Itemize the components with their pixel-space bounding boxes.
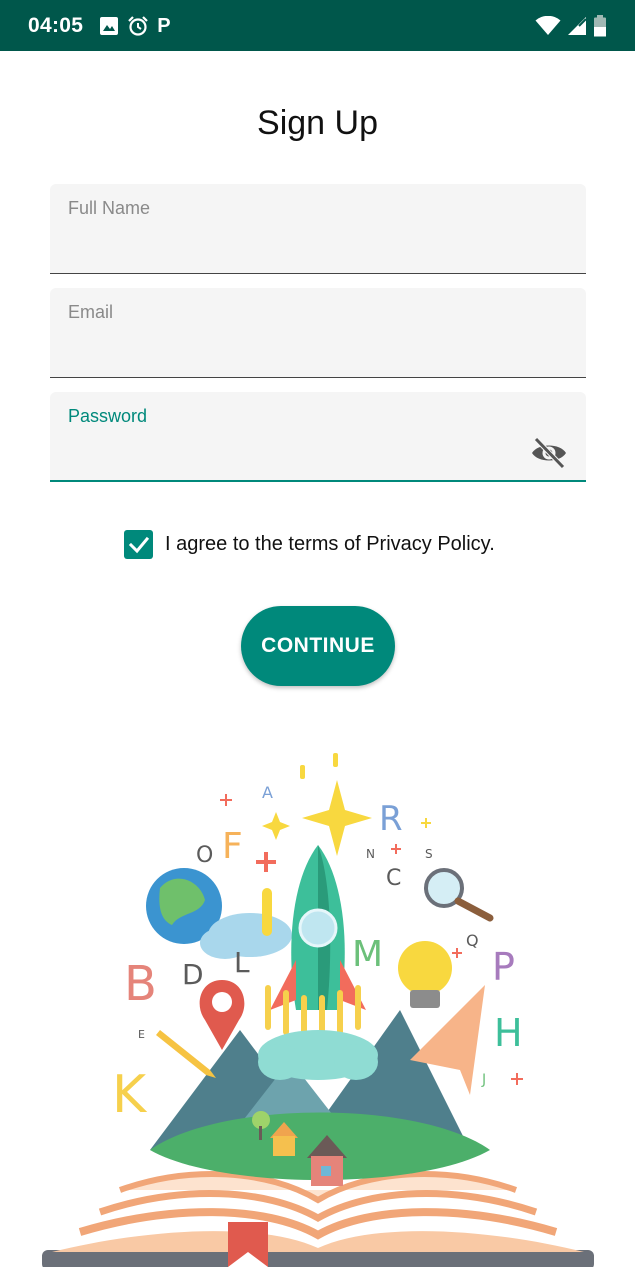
letter-b: B bbox=[124, 956, 157, 1012]
image-icon bbox=[100, 16, 119, 35]
status-bar: 04:05 P bbox=[0, 0, 635, 51]
full-name-underline bbox=[50, 273, 586, 274]
password-label: Password bbox=[68, 406, 148, 426]
wifi-icon bbox=[535, 15, 561, 35]
letter-f: F bbox=[222, 826, 243, 867]
agree-text: I agree to the terms of Privacy Policy. bbox=[165, 533, 495, 555]
book-rocket-illustration: A O F R N S C Q P B D L M E H K J bbox=[42, 753, 594, 1267]
alarm-icon bbox=[128, 15, 148, 36]
email-input[interactable] bbox=[68, 332, 522, 364]
letter-j: J bbox=[481, 1072, 486, 1088]
letter-l: L bbox=[234, 946, 250, 979]
letter-a: A bbox=[262, 783, 273, 802]
page-title: Sign Up bbox=[257, 104, 378, 142]
signal-icon bbox=[568, 16, 587, 35]
password-field[interactable]: Password bbox=[50, 392, 586, 482]
letter-h: H bbox=[494, 1011, 523, 1055]
agree-row: I agree to the terms of Privacy Policy. bbox=[124, 530, 495, 559]
letter-c: C bbox=[386, 866, 401, 891]
status-system-icons bbox=[535, 14, 607, 37]
password-underline bbox=[50, 480, 586, 482]
battery-icon bbox=[594, 14, 606, 36]
parking-icon: P bbox=[157, 14, 171, 37]
letter-q: Q bbox=[466, 931, 479, 950]
full-name-input[interactable] bbox=[68, 228, 522, 260]
continue-button[interactable]: CONTINUE bbox=[241, 606, 395, 686]
full-name-field[interactable]: Full Name bbox=[50, 184, 586, 274]
status-time: 04:05 bbox=[28, 13, 84, 37]
full-name-label: Full Name bbox=[68, 198, 151, 218]
letter-p: P bbox=[492, 945, 515, 989]
status-notification-icons: P bbox=[99, 14, 171, 37]
letter-k: K bbox=[112, 1065, 148, 1125]
letter-o: O bbox=[196, 843, 213, 868]
letter-n: N bbox=[366, 847, 375, 861]
email-label: Email bbox=[68, 302, 114, 322]
email-field[interactable]: Email bbox=[50, 288, 586, 378]
password-input[interactable] bbox=[68, 436, 522, 468]
email-underline bbox=[50, 377, 586, 378]
letter-m: M bbox=[352, 934, 383, 975]
check-icon bbox=[128, 536, 149, 553]
letter-r: R bbox=[379, 799, 403, 839]
agree-checkbox[interactable] bbox=[124, 530, 153, 559]
letter-e: E bbox=[138, 1028, 145, 1041]
letter-s: S bbox=[425, 847, 433, 861]
letter-d: D bbox=[182, 958, 204, 991]
visibility-off-icon[interactable] bbox=[530, 436, 568, 470]
